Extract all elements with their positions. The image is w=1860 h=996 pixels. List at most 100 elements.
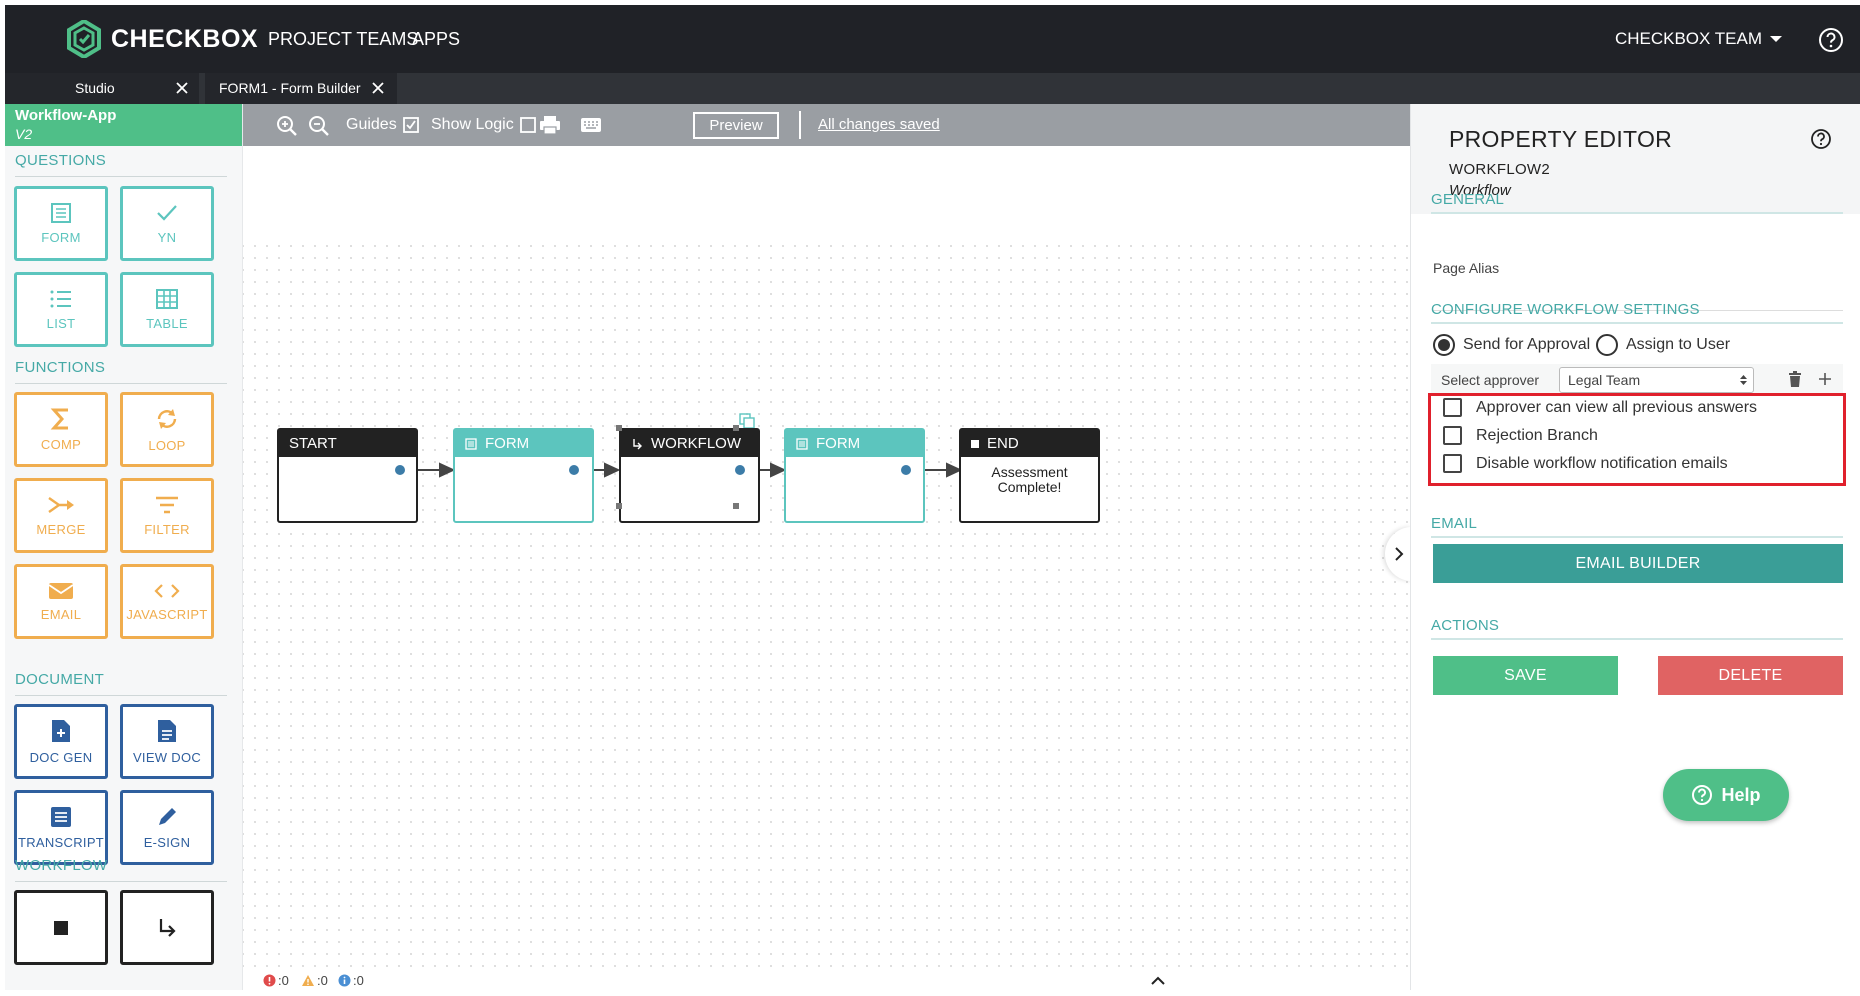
section-divider (15, 383, 227, 384)
output-port[interactable] (395, 465, 405, 475)
select-approver-label: Select approver (1441, 372, 1540, 388)
tab-studio[interactable]: Studio (5, 73, 199, 104)
tile-list[interactable]: LIST (14, 272, 108, 347)
email-builder-button[interactable]: EMAIL BUILDER (1433, 544, 1843, 583)
output-port[interactable] (569, 465, 579, 475)
node-title: END (987, 435, 1019, 452)
selection-handle[interactable] (616, 503, 622, 509)
radio-assign-to-user[interactable]: Assign to User (1596, 334, 1730, 356)
node-start[interactable]: START (277, 428, 418, 523)
envelope-icon (48, 583, 74, 599)
checkbox-rejection-branch[interactable]: Rejection Branch (1443, 426, 1598, 445)
node-header: FORM (455, 430, 592, 457)
node-header: WORKFLOW (621, 430, 758, 457)
help-button-label: Help (1721, 784, 1761, 805)
branch-arrow-icon (633, 438, 642, 449)
output-port[interactable] (735, 465, 745, 475)
tile-label: EMAIL (40, 607, 82, 622)
checkbox-box (1443, 398, 1462, 417)
tab-form-builder[interactable]: FORM1 - Form Builder (205, 73, 397, 104)
tab-bar: Studio FORM1 - Form Builder (5, 73, 1860, 104)
nav-apps[interactable]: APPS (412, 5, 460, 73)
checkbox-disable-notifications[interactable]: Disable workflow notification emails (1443, 454, 1728, 473)
panel-title: PROPERTY EDITOR (1449, 126, 1673, 152)
tile-email[interactable]: EMAIL (14, 564, 108, 639)
tile-transcript[interactable]: TRANSCRIPT (14, 790, 108, 865)
node-body (621, 457, 758, 465)
tile-label: COMP (40, 437, 82, 452)
tile-label: DOC GEN (29, 750, 93, 765)
clone-icon[interactable] (739, 413, 755, 429)
checkbox-view-previous-answers[interactable]: Approver can view all previous answers (1443, 398, 1757, 417)
section-divider (1431, 322, 1843, 324)
loop-icon (157, 409, 177, 429)
tile-label: TRANSCRIPT (17, 835, 105, 850)
node-title: FORM (485, 435, 530, 452)
filter-icon (156, 496, 178, 514)
node-header: FORM (786, 430, 923, 457)
document-add-icon (52, 720, 70, 742)
save-button[interactable]: SAVE (1433, 656, 1618, 695)
close-icon[interactable] (371, 81, 385, 95)
node-body: Assessment Complete! (991, 464, 1068, 495)
help-icon (1692, 785, 1713, 805)
nav-project-teams[interactable]: PROJECT TEAMS (268, 5, 418, 73)
section-functions: FUNCTIONS (15, 359, 106, 376)
tile-comp[interactable]: COMP (14, 392, 108, 467)
node-end[interactable]: END Assessment Complete! (959, 428, 1100, 523)
section-divider (15, 695, 227, 696)
radio-label: Assign to User (1626, 336, 1731, 353)
error-icon (263, 974, 276, 987)
approver-select[interactable]: Legal Team (1559, 367, 1754, 393)
plus-icon[interactable] (1818, 372, 1832, 386)
brand-logo[interactable]: CHECKBOX (67, 17, 258, 61)
selection-handle[interactable] (733, 425, 739, 431)
radio-button (1596, 334, 1618, 356)
section-questions: QUESTIONS (15, 152, 107, 169)
section-divider (15, 176, 227, 177)
selection-handle[interactable] (733, 503, 739, 509)
email-heading: EMAIL (1431, 515, 1478, 532)
tile-label: TABLE (146, 316, 188, 331)
checkbox-label: Disable workflow notification emails (1476, 454, 1728, 472)
help-icon[interactable] (1810, 128, 1832, 150)
help-button[interactable]: Help (1663, 769, 1789, 821)
node-header: START (279, 430, 416, 457)
tile-merge[interactable]: MERGE (14, 478, 108, 553)
team-menu[interactable]: CHECKBOX TEAM (1615, 5, 1782, 73)
code-icon (154, 584, 180, 598)
tile-workflow[interactable] (120, 890, 214, 965)
tile-javascript[interactable]: JAVASCRIPT (120, 564, 214, 639)
sigma-icon (50, 408, 68, 430)
page-alias-label: Page Alias (1433, 260, 1500, 276)
app-window: CHECKBOX PROJECT TEAMS APPS CHECKBOX TEA… (5, 5, 1860, 990)
output-port[interactable] (901, 465, 911, 475)
table-icon (156, 289, 178, 309)
tile-end[interactable] (14, 890, 108, 965)
tile-table[interactable]: TABLE (120, 272, 214, 347)
app-name: Workflow-App (15, 107, 117, 124)
radio-button-selected (1433, 334, 1455, 356)
delete-button[interactable]: DELETE (1658, 656, 1843, 695)
form-icon (465, 437, 477, 450)
tile-filter[interactable]: FILTER (120, 478, 214, 553)
panel-subtitle: WORKFLOW2 (1449, 161, 1551, 178)
selection-handle[interactable] (616, 425, 622, 431)
section-document: DOCUMENT (15, 671, 105, 688)
chevron-up-icon[interactable] (1151, 976, 1165, 985)
tile-form[interactable]: FORM (14, 186, 108, 261)
trash-icon[interactable] (1788, 371, 1802, 388)
tile-doc-gen[interactable]: DOC GEN (14, 704, 108, 779)
close-icon[interactable] (175, 81, 189, 95)
node-form-1[interactable]: FORM (453, 428, 594, 523)
node-form-2[interactable]: FORM (784, 428, 925, 523)
radio-send-for-approval[interactable]: Send for Approval (1433, 334, 1590, 356)
team-menu-label: CHECKBOX TEAM (1614, 29, 1762, 48)
tile-view-doc[interactable]: VIEW DOC (120, 704, 214, 779)
help-icon[interactable] (1818, 27, 1844, 53)
tile-e-sign[interactable]: E-SIGN (120, 790, 214, 865)
approver-row: Select approver Legal Team (1431, 364, 1843, 396)
tile-loop[interactable]: LOOP (120, 392, 214, 467)
tile-yn[interactable]: YN (120, 186, 214, 261)
tile-label: YN (157, 230, 177, 245)
